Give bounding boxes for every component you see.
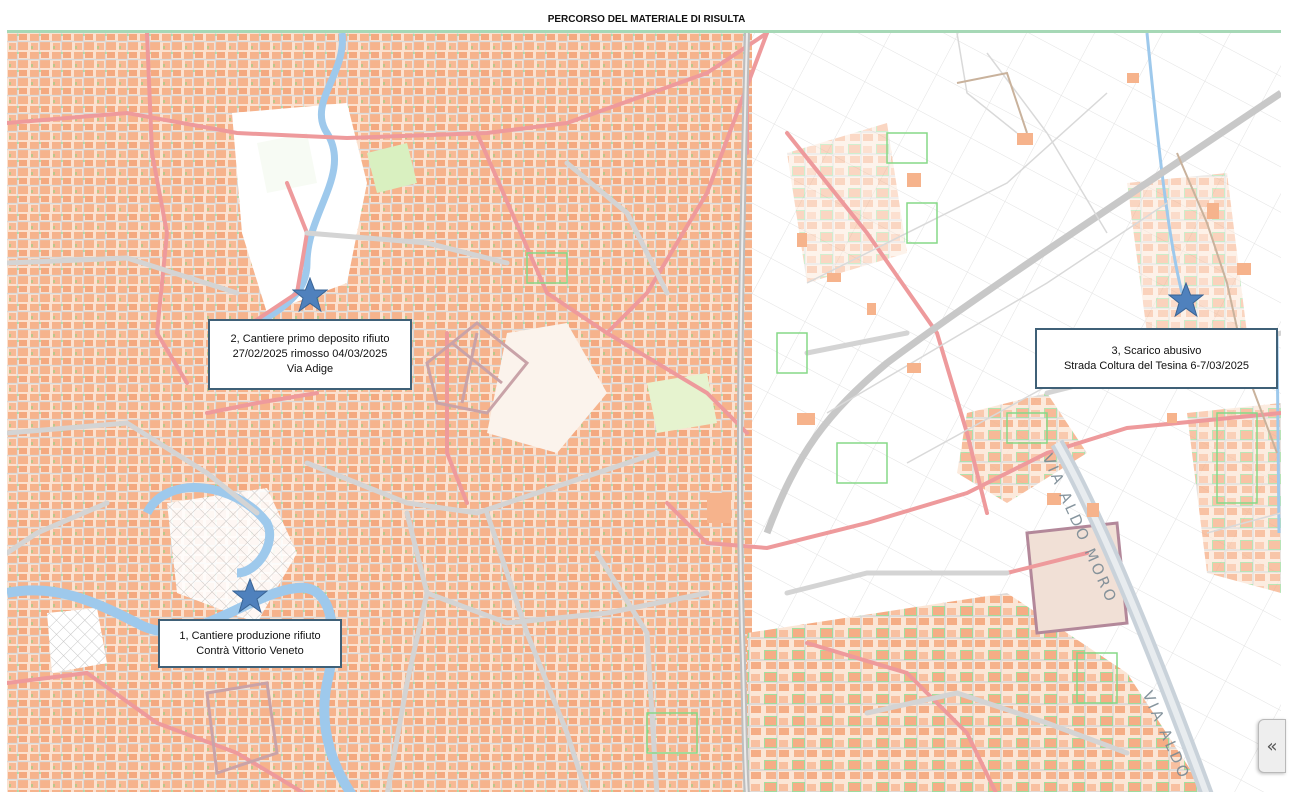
map-base-layer [7,33,1281,792]
collapse-panel-button[interactable]: « [1258,719,1286,773]
callout-marker-2: 2, Cantiere primo deposito rifiuto 27/02… [208,319,412,390]
callout-marker-3: 3, Scarico abusivo Strada Coltura del Te… [1035,328,1278,389]
callout-1-line-1: 1, Cantiere produzione rifiuto [179,629,321,642]
marker-3-star-icon[interactable] [1168,282,1204,318]
callout-2-line-2: 27/02/2025 rimosso 04/03/2025 [232,348,388,360]
double-chevron-left-icon: « [1266,735,1278,757]
map-title: PERCORSO DEL MATERIALE DI RISULTA [547,14,746,25]
callout-1-line-2: Contrà Vittorio Veneto [196,644,304,657]
callout-3-line-1: 3, Scarico abusivo [1111,344,1202,357]
callout-2-line-3: Via Adige [286,363,334,375]
marker-1-star-icon[interactable] [232,578,268,614]
callout-2-line-1: 2, Cantiere primo deposito rifiuto [230,333,390,345]
callout-marker-1: 1, Cantiere produzione rifiuto Contrà Vi… [158,619,342,668]
callout-3-line-2: Strada Coltura del Tesina 6-7/03/2025 [1063,359,1250,372]
map-canvas[interactable]: VIA ALDO MORO VIA ALDO [7,30,1281,792]
marker-2-star-icon[interactable] [292,277,328,313]
